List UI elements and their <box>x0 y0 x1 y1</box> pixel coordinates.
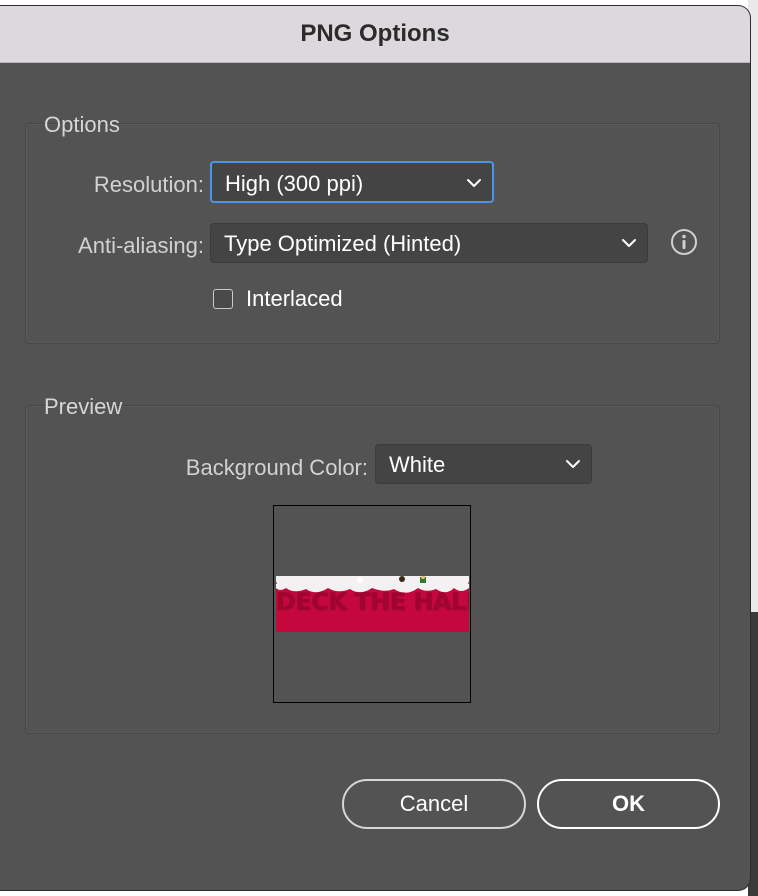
background-color-value: White <box>389 452 446 477</box>
banner-figures <box>357 576 426 583</box>
title-bar[interactable]: PNG Options <box>0 6 750 63</box>
ok-button[interactable]: OK <box>537 779 720 829</box>
anti-aliasing-label: Anti-aliasing: <box>78 233 204 258</box>
dialog-title: PNG Options <box>300 20 450 47</box>
preview-group-label: Preview <box>44 394 123 419</box>
interlaced-label[interactable]: Interlaced <box>246 286 343 312</box>
png-options-dialog: PNG Options Options Resolution: High (30… <box>0 6 750 890</box>
resolution-label: Resolution: <box>93 172 204 197</box>
anti-aliasing-value: Type Optimized (Hinted) <box>224 231 462 256</box>
anti-aliasing-select[interactable]: Type Optimized (Hinted) <box>210 223 648 263</box>
cancel-button[interactable]: Cancel <box>342 779 526 829</box>
preview-banner-image: DECK THE HALLS <box>276 576 469 632</box>
options-group-label: Options <box>44 112 120 137</box>
interlaced-checkbox[interactable] <box>213 289 233 309</box>
resolution-value: High (300 ppi) <box>225 171 364 196</box>
preview-thumbnail: DECK THE HALLS <box>273 505 471 703</box>
info-icon[interactable] <box>670 228 698 256</box>
background-color-select[interactable]: White <box>375 444 592 484</box>
chevron-down-icon <box>566 460 580 468</box>
chevron-down-icon <box>622 239 636 247</box>
background-color-label: Background Color: <box>185 455 368 480</box>
chevron-down-icon <box>467 179 481 187</box>
resolution-select[interactable]: High (300 ppi) <box>210 161 494 203</box>
